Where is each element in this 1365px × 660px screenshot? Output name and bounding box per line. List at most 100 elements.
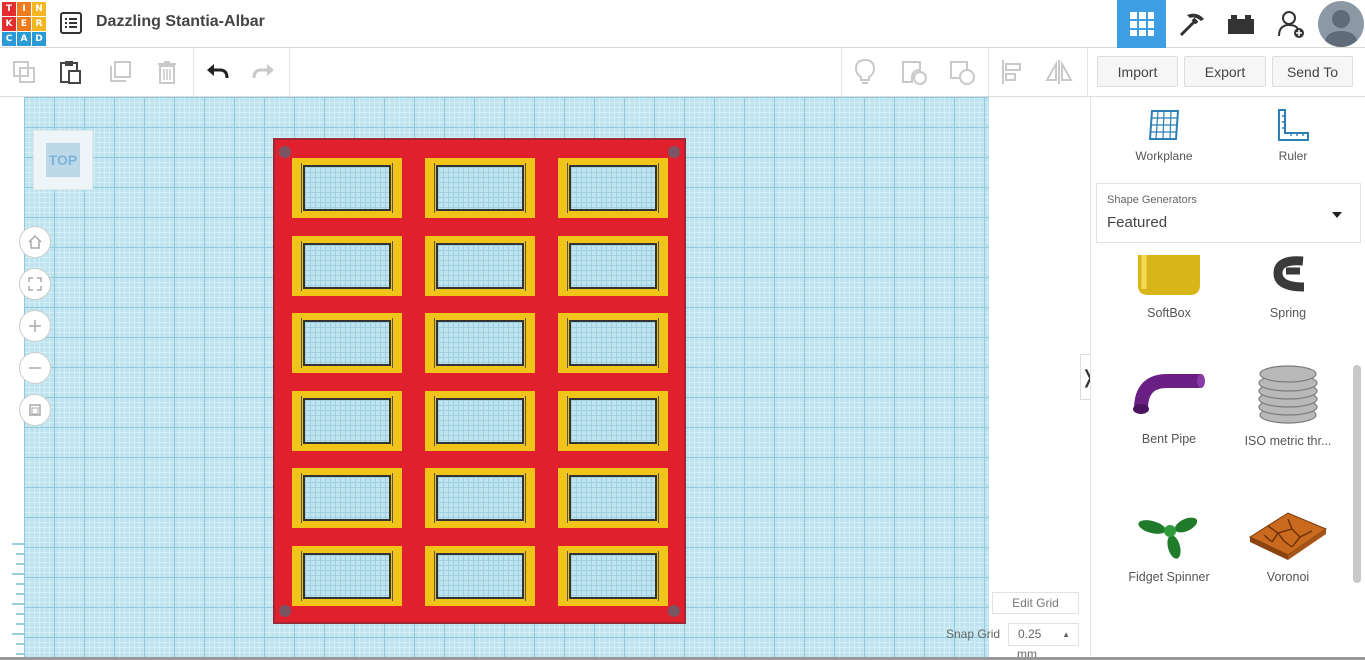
undo-button[interactable] [201,56,233,88]
workplane-tool[interactable]: Workplane [1119,107,1209,163]
cell-edge [434,240,435,291]
mirror-button[interactable] [1043,56,1075,88]
shape-generators-dropdown[interactable]: Shape Generators Featured [1096,183,1361,243]
plate-cell[interactable] [425,545,535,606]
plate-cell[interactable] [292,235,402,296]
collapse-panel-button[interactable]: ❭ [1080,354,1090,400]
shape-softbox[interactable]: SoftBox [1109,255,1229,320]
plate-cell[interactable] [558,390,668,451]
plate-cell[interactable] [292,313,402,373]
cell-edge [301,318,302,368]
toolbar-divider [841,48,842,96]
plate-cell[interactable] [558,158,668,218]
home-icon [28,234,42,249]
shapes-panel: Workplane Ruler Shape Generators Feature… [1090,97,1365,660]
invite-user-button[interactable] [1266,0,1315,48]
codeblocks-view-button[interactable] [1216,0,1265,48]
cell-edge [392,318,393,368]
workplane-canvas[interactable]: TOP Edit Grid Snap Grid 0.25 ▲ mm ❭ [0,97,1090,660]
snap-grid-select[interactable]: 0.25 ▲ [1008,623,1079,646]
cell-edge [525,163,526,213]
design-list-icon[interactable] [60,12,82,34]
plate-cell[interactable] [292,545,402,606]
cell-edge [392,240,393,291]
snap-grid-value: 0.25 [1018,627,1042,641]
notes-button[interactable] [849,56,881,88]
edit-grid-button[interactable]: Edit Grid [992,592,1079,614]
plate-cell[interactable] [425,390,535,451]
plate-cell[interactable] [292,390,402,451]
import-button[interactable]: Import [1097,56,1178,87]
plate-cell[interactable] [425,468,535,528]
shape-label: Spring [1269,306,1307,320]
spring-icon [1273,256,1305,292]
ruler-icon [1278,109,1309,141]
plate-cell[interactable] [558,545,668,606]
zoom-out-button[interactable] [19,352,51,384]
3d-design-view-button[interactable] [1117,0,1166,48]
tinkercad-logo[interactable]: T I N K E R C A D [2,2,46,46]
plate-cell[interactable] [558,468,668,528]
shape-label: ISO metric thr... [1244,434,1332,448]
paste-button[interactable] [54,56,86,88]
design-title[interactable]: Dazzling Stantia-Albar [96,13,265,31]
user-avatar[interactable] [1318,1,1364,47]
mirror-icon [1045,60,1073,84]
add-user-icon [1277,11,1304,38]
plate-cell[interactable] [558,235,668,296]
send-to-button[interactable]: Send To [1272,56,1353,87]
corner-hole [668,605,680,617]
shape-generators-value: Featured [1107,214,1168,231]
cell-edge [567,163,568,213]
cell-cutout [569,242,657,289]
duplicate-button[interactable] [104,56,136,88]
plate-cell[interactable] [292,468,402,528]
view-cube[interactable]: TOP [33,130,93,190]
plate-cell[interactable] [558,313,668,373]
shape-generators-label: Shape Generators [1107,194,1197,206]
home-view-button[interactable] [19,226,51,258]
design-plate[interactable] [273,138,686,624]
plate-cell[interactable] [425,158,535,218]
plate-cell[interactable] [425,235,535,296]
plate-cell[interactable] [425,313,535,373]
plus-icon [29,320,41,332]
circuits-view-button[interactable] [1167,0,1216,48]
group-button[interactable] [898,56,930,88]
copy-button[interactable] [8,56,40,88]
cell-edge [567,318,568,368]
ungroup-button[interactable] [946,56,978,88]
export-button[interactable]: Export [1184,56,1266,87]
delete-button[interactable] [151,56,183,88]
shape-bent-pipe[interactable]: Bent Pipe [1109,367,1229,446]
cell-edge [301,240,302,291]
cell-cutout [436,320,524,366]
cell-cutout [569,397,657,444]
fit-view-button[interactable] [19,268,51,300]
perspective-toggle-button[interactable] [19,394,51,426]
panel-scrollbar[interactable] [1353,365,1361,583]
cell-edge [525,550,526,601]
redo-button[interactable] [248,56,280,88]
cell-edge [525,473,526,523]
logo-letter: A [17,32,31,46]
toolbar-divider [193,48,194,96]
view-cube-top-face[interactable]: TOP [46,143,80,177]
align-button[interactable] [996,56,1028,88]
redo-icon [252,64,274,79]
cell-cutout [303,475,391,521]
cell-edge [567,395,568,446]
cell-cutout [569,320,657,366]
shape-voronoi[interactable]: Voronoi [1228,509,1348,584]
cell-cutout [436,165,524,211]
logo-letter: K [2,17,16,31]
shape-iso-metric-thread[interactable]: ISO metric thr... [1228,363,1348,448]
plate-cell[interactable] [292,158,402,218]
top-header: T I N K E R C A D Dazzling Stantia-Albar [0,0,1365,48]
cell-edge [567,473,568,523]
ruler-tool[interactable]: Ruler [1248,107,1338,163]
cell-cutout [436,552,524,599]
shape-spring[interactable]: Spring [1228,255,1348,320]
zoom-in-button[interactable] [19,310,51,342]
shape-fidget-spinner[interactable]: Fidget Spinner [1109,513,1229,584]
